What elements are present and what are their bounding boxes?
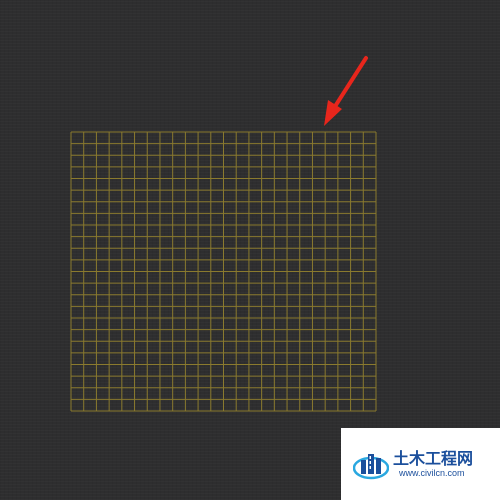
drawing-canvas[interactable]	[0, 0, 500, 500]
watermark-url: www.civilcn.com	[399, 467, 465, 478]
square-grid	[70, 131, 377, 412]
civilcn-logo-icon	[353, 454, 389, 480]
watermark-title: 土木工程网	[393, 448, 474, 468]
watermark-badge: 土木工程网 www.civilcn.com	[341, 428, 500, 500]
